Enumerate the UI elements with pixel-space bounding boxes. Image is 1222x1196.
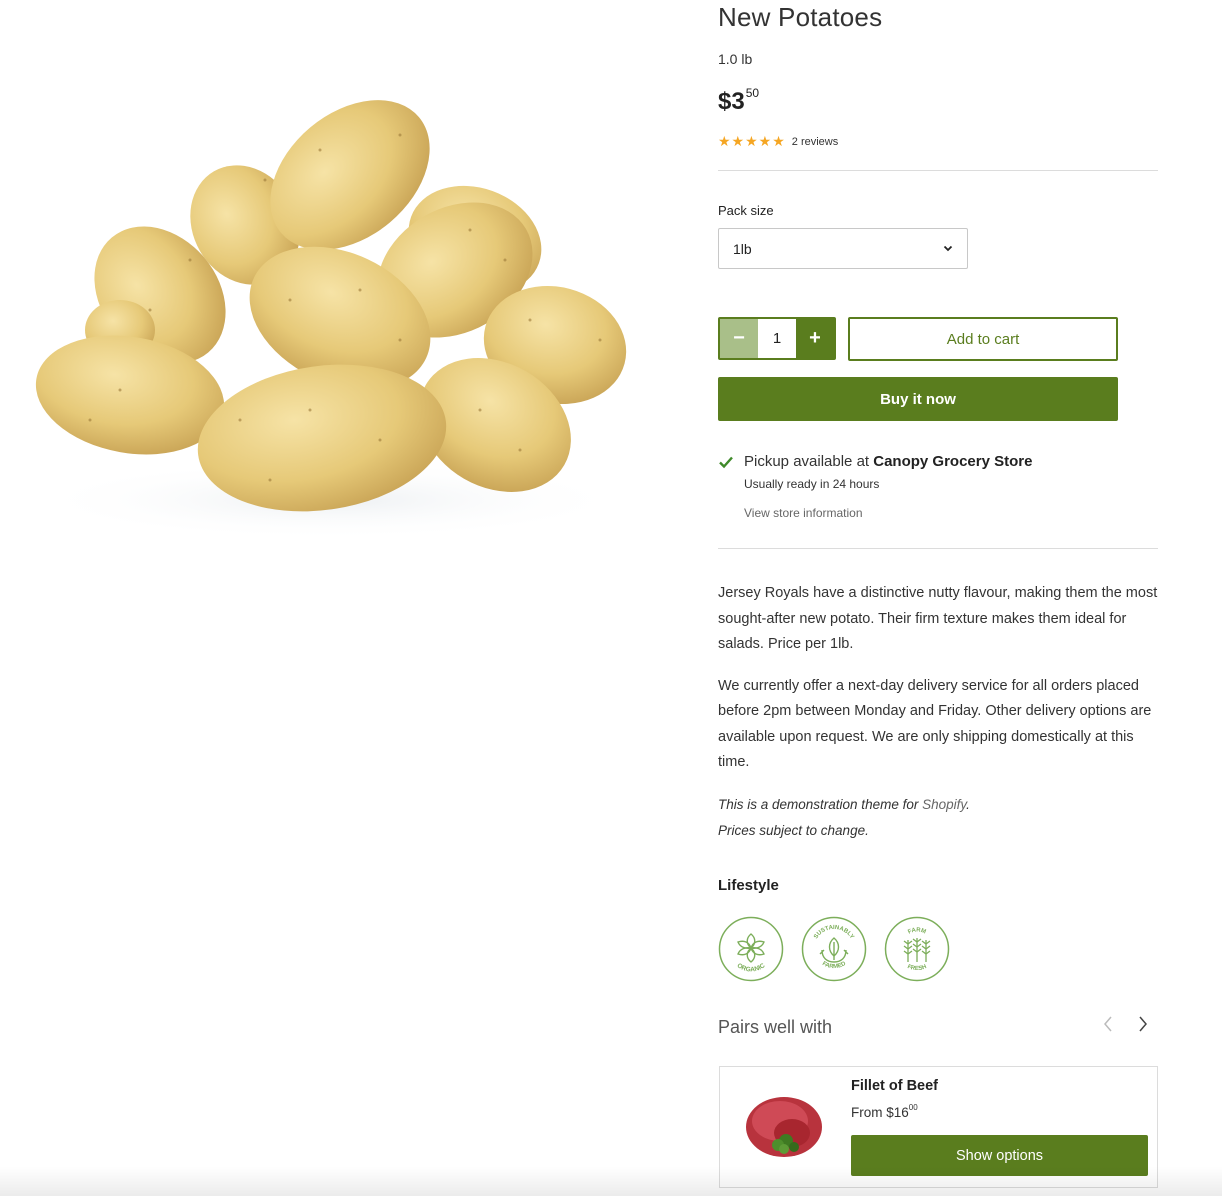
- product-title: New Potatoes: [718, 2, 883, 32]
- pickup-text: Pickup available at Canopy Grocery Store: [744, 453, 1032, 470]
- organic-label: ORGANIC: [736, 962, 767, 974]
- demo-note: This is a demonstration theme for Shopif…: [718, 792, 970, 844]
- chevron-left-icon[interactable]: [1100, 1014, 1116, 1034]
- product-rating[interactable]: ★★★★★ 2 reviews: [718, 133, 838, 150]
- fillet-of-beef-image[interactable]: [740, 1083, 830, 1167]
- product-weight: 1.0 lb: [718, 51, 753, 67]
- show-options-button[interactable]: Show options: [851, 1135, 1148, 1176]
- note-suffix: .: [966, 797, 970, 812]
- price-dollars: $3: [718, 88, 745, 115]
- product-description: Jersey Royals have a distinctive nutty f…: [718, 581, 1158, 792]
- pairs-price-dollars: From $16: [851, 1105, 909, 1120]
- organic-icon: ORGANIC: [718, 916, 784, 982]
- quantity-increase-button[interactable]: +: [796, 319, 834, 358]
- sustainably-farmed-icon: SUSTAINABLY FARMED: [801, 916, 867, 982]
- add-to-cart-button[interactable]: Add to cart: [848, 317, 1118, 361]
- quantity-input[interactable]: 1: [758, 319, 796, 358]
- pack-size-value: 1lb: [733, 240, 752, 257]
- quantity-decrease-button[interactable]: −: [720, 319, 758, 358]
- svg-text:FARM: FARM: [907, 927, 927, 935]
- product-price: $350: [718, 86, 759, 116]
- buy-it-now-button[interactable]: Buy it now: [718, 377, 1118, 421]
- description-paragraph: We currently offer a next-day delivery s…: [718, 677, 1152, 771]
- svg-text:FRESH: FRESH: [906, 964, 927, 972]
- shopify-link[interactable]: Shopify: [922, 797, 966, 812]
- product-image-gallery[interactable]: [0, 0, 680, 1196]
- potatoes-image: [30, 100, 630, 540]
- svg-text:ORGANIC: ORGANIC: [736, 962, 767, 974]
- pickup-availability: Pickup available at Canopy Grocery Store…: [718, 453, 1158, 520]
- quantity-stepper: − 1 +: [718, 317, 836, 360]
- prices-note: Prices subject to change.: [718, 823, 869, 838]
- divider: [718, 170, 1158, 171]
- note-prefix: This is a demonstration theme for: [718, 797, 923, 812]
- chevron-right-icon[interactable]: [1135, 1014, 1151, 1034]
- lifestyle-title: Lifestyle: [718, 877, 779, 894]
- pickup-store-name: Canopy Grocery Store: [873, 453, 1033, 470]
- divider: [718, 548, 1158, 549]
- farm-fresh-icon: FARM FRESH: [884, 916, 950, 982]
- pickup-ready-time: Usually ready in 24 hours: [744, 477, 880, 491]
- pairs-product-name[interactable]: Fillet of Beef: [851, 1078, 938, 1094]
- pack-size-select[interactable]: 1lb: [718, 228, 968, 269]
- lifestyle-badges: ORGANIC SUSTAINABLY FARMED FARM FRESH: [718, 916, 950, 982]
- fresh-label: FRESH: [906, 964, 927, 972]
- description-paragraph: Jersey Royals have a distinctive nutty f…: [718, 585, 1158, 652]
- chevron-down-icon: [943, 244, 953, 254]
- rating-stars-icon: ★★★★★: [718, 133, 786, 149]
- price-cents: 50: [745, 86, 760, 100]
- reviews-count[interactable]: 2 reviews: [792, 136, 838, 148]
- view-store-information-link[interactable]: View store information: [744, 506, 1158, 520]
- pairs-well-with-title: Pairs well with: [718, 1017, 833, 1037]
- pickup-prefix: Pickup available at: [744, 453, 874, 470]
- farm-label: FARM: [907, 927, 927, 935]
- pairs-product-card[interactable]: Fillet of Beef From $1600 Show options: [719, 1066, 1158, 1188]
- checkmark-icon: [719, 456, 733, 468]
- pairs-price-cents: 00: [908, 1103, 918, 1112]
- pack-size-label: Pack size: [718, 203, 774, 218]
- pairs-product-price: From $1600: [851, 1103, 918, 1120]
